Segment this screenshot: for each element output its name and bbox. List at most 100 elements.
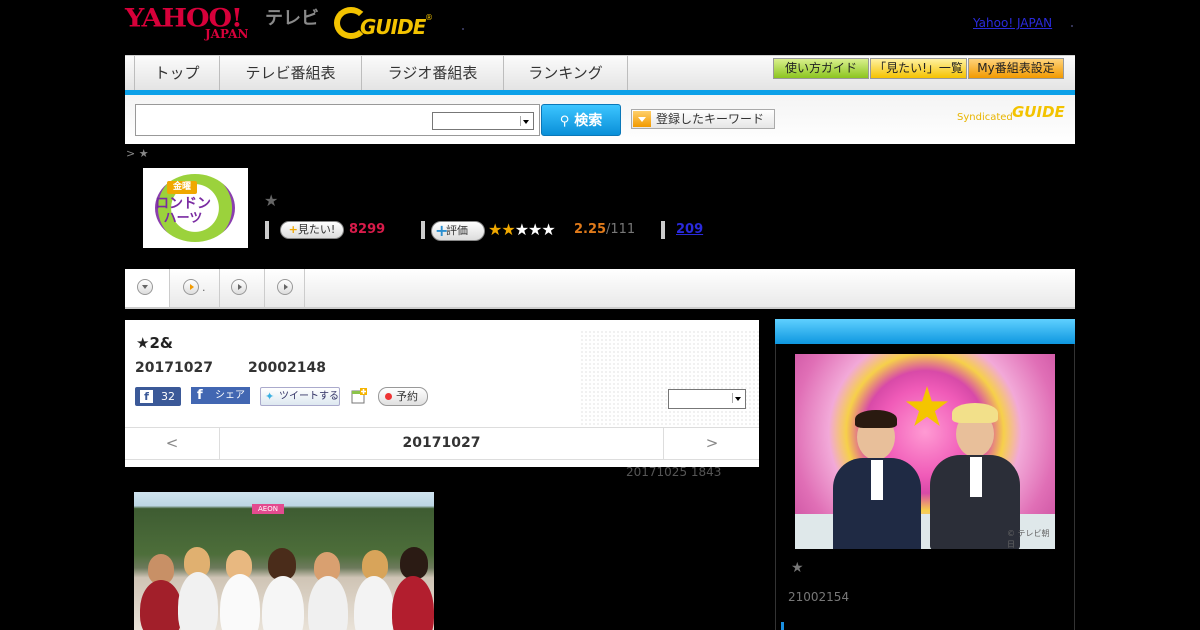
reserve-button[interactable]: 予約 [378,387,428,406]
subnav-item-4[interactable] [265,269,305,307]
image-copyright: © テレビ朝日 [1007,529,1050,549]
main-nav: トップ テレビ番組表 ラジオ番組表 ランキング 使い方ガイド 「見たい!」一覧 … [125,55,1075,90]
registered-keyword-label: 登録したキーワード [656,112,765,126]
subnav-item-2[interactable]: . [170,269,220,307]
plus-icon: + [435,221,449,240]
facebook-share-button[interactable]: f シェア [191,387,250,404]
photo-person [178,572,218,630]
star-empty-icon: ★★★ [514,220,556,239]
yahoo-japan-link[interactable]: Yahoo! JAPAN [973,16,1052,30]
rate-button-label: 評価 [446,224,468,237]
syndicated-gguide-logo: GUIDE [1012,103,1065,121]
photo-person [308,576,348,630]
pager-date: 20171027 [402,435,481,451]
search-button-label: 検索 [574,113,603,129]
record-dot-icon [385,393,392,400]
tv-logo-text[interactable]: テレビ [265,8,319,30]
badge-top-text: 金曜 [167,181,197,194]
sidebar-program-title: ★ [791,560,804,576]
pager-next-button[interactable]: > [663,428,760,459]
host-left [833,410,921,549]
subnav-item-3[interactable] [220,269,265,307]
tweet-label: ツイートする [279,391,339,402]
episode-date: 20171027 [135,360,213,376]
badge-mid-text: ロンドン [155,196,211,212]
episode-title: ★2& [136,334,173,352]
review-count-link[interactable]: 209 [676,222,703,238]
syndicated-label: Syndicated [957,112,1013,123]
photo-person [400,547,428,579]
my-schedule-button[interactable]: My番組表設定 [968,58,1064,79]
sidebar-header [775,319,1075,344]
registered-keyword-button[interactable]: 登録したキーワード [631,109,775,129]
photo-person [354,576,394,630]
photo-person [140,580,182,630]
subnav-item-1[interactable] [125,269,170,307]
mitai-count: 8299 [349,222,386,237]
circle-play-icon [231,279,247,295]
episode-select[interactable] [668,389,746,409]
gguide-reg-mark: ® [425,13,433,22]
badge-bottom-text: ハーツ [163,211,203,226]
japan-logo-text: JAPAN [205,27,249,41]
reserve-label: 予約 [396,390,418,403]
facebook-like-count: 32 [161,390,175,403]
photo-banner-text: AEON [252,504,284,514]
mitai-list-button[interactable]: 「見たい!」一覧 [870,58,967,79]
guide-button[interactable]: 使い方ガイド [773,58,869,79]
pager-prev-button[interactable]: < [125,428,220,459]
chevron-down-icon [520,116,531,126]
photo-person [220,574,260,630]
rate-button[interactable]: + 評価 [431,221,485,241]
episode-pager: < 20171027 > [125,427,759,460]
tweet-button[interactable]: ✦ ツイートする [260,387,340,406]
nav-tab-radio-schedule[interactable]: ラジオ番組表 [362,56,504,90]
divider [421,221,425,239]
facebook-like-button[interactable]: f 32 [135,387,181,406]
rating-stars: ★★★★★ [488,220,556,240]
rating-total: /111 [606,222,636,237]
rating-value: 2.25 [574,222,607,237]
episode-updated-time: 20171025 1843 [626,465,722,479]
facebook-icon: f [197,388,203,403]
chevron-down-icon [732,393,743,403]
divider [661,221,665,239]
nav-tab-tv-schedule[interactable]: テレビ番組表 [220,56,362,90]
program-subnav: . [125,269,1075,309]
decorative-dots [580,330,759,426]
calendar-add-icon[interactable] [351,388,367,404]
mitai-button[interactable]: +見たい! [280,221,344,239]
circle-down-icon [137,279,153,295]
search-button[interactable]: ⚲ 検索 [541,104,621,136]
facebook-share-label: シェア [215,390,245,401]
program-logo-image[interactable]: 金曜 ロンドン ハーツ [143,168,248,248]
sidebar-program-time: 21002154 [788,590,850,604]
search-icon: ⚲ [559,114,570,129]
photo-person [392,576,434,630]
breadcrumb[interactable]: > ★ [126,147,149,160]
program-title: ★ [264,191,279,210]
nav-tab-ranking[interactable]: ランキング [504,56,628,90]
star-filled-icon: ★★ [488,220,516,239]
dropdown-arrow-icon [633,111,651,127]
divider [265,221,269,239]
subnav-item-2-label: . [202,281,206,294]
gguide-logo-text: GUIDE [360,15,426,39]
nav-tab-top[interactable]: トップ [134,56,220,90]
sidebar-program-image[interactable]: © テレビ朝日 [795,354,1055,549]
header-dot [1071,25,1073,27]
circle-play-icon [183,279,199,295]
plus-icon: + [288,223,298,236]
sidebar-marker [781,622,784,630]
photo-person [262,576,304,630]
mitai-button-label: 見たい! [297,223,336,236]
yahoo-japan-logo[interactable]: YAHOO! JAPAN [125,4,263,44]
twitter-bird-icon: ✦ [265,390,275,403]
gguide-logo[interactable]: GUIDE ® [334,7,434,41]
facebook-icon: f [140,390,153,403]
circle-play-icon [277,279,293,295]
episode-photo[interactable]: AEON [134,492,434,630]
header-dot [462,28,464,30]
episode-time: 20002148 [248,360,326,376]
search-category-select[interactable] [432,112,534,130]
